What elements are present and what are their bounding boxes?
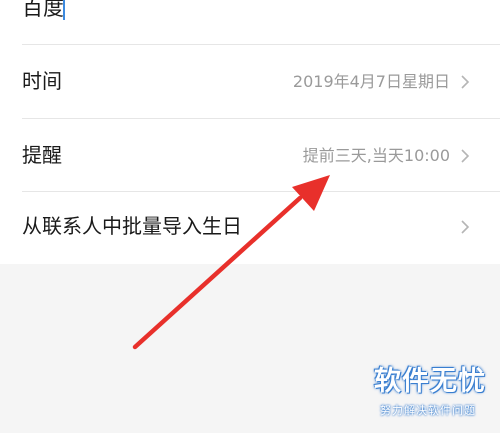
watermark-title: 软件无忧 xyxy=(374,366,486,397)
watermark-logo: 软件无忧 努力解决软件问题 xyxy=(368,365,492,425)
watermark-subtitle: 努力解决软件问题 xyxy=(380,404,476,417)
